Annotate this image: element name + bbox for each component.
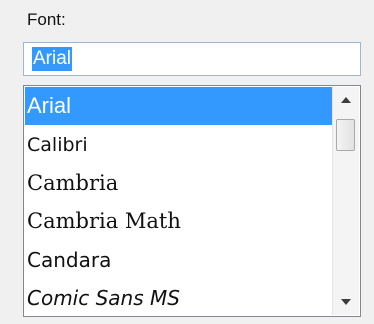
font-list[interactable]: Arial Calibri Cambria Cambria Math Canda… — [23, 85, 361, 317]
font-list-item-label: Arial — [27, 93, 72, 119]
font-input[interactable]: Arial — [23, 42, 361, 76]
font-list-item-label: Cambria — [27, 170, 119, 195]
font-list-item-cambria[interactable]: Cambria — [25, 164, 333, 202]
font-list-item-label: Candara — [27, 247, 112, 272]
vertical-scrollbar[interactable] — [332, 87, 359, 315]
font-list-items: Arial Calibri Cambria Cambria Math Canda… — [25, 87, 333, 316]
triangle-up-icon — [341, 97, 351, 103]
scroll-down-button[interactable] — [333, 289, 359, 315]
font-picker: Font: Arial Arial Calibri Cambria Cambri… — [0, 0, 374, 324]
font-input-value: Arial — [32, 47, 73, 71]
font-list-item-candara[interactable]: Candara — [25, 241, 333, 279]
font-list-item-label: Comic Sans MS — [27, 286, 180, 311]
scrollbar-thumb[interactable] — [336, 119, 355, 151]
font-list-item-calibri[interactable]: Calibri — [25, 125, 333, 163]
font-label: Font: — [27, 10, 66, 29]
font-list-item-label: Cambria Math — [27, 209, 181, 234]
font-list-item-cambria-math[interactable]: Cambria Math — [25, 202, 333, 240]
font-list-item-arial[interactable]: Arial — [25, 87, 333, 126]
font-list-item-label: Calibri — [27, 133, 88, 156]
scroll-up-button[interactable] — [333, 87, 359, 113]
font-list-item-comic-sans-ms[interactable]: Comic Sans MS — [25, 279, 333, 316]
triangle-down-icon — [341, 299, 351, 305]
